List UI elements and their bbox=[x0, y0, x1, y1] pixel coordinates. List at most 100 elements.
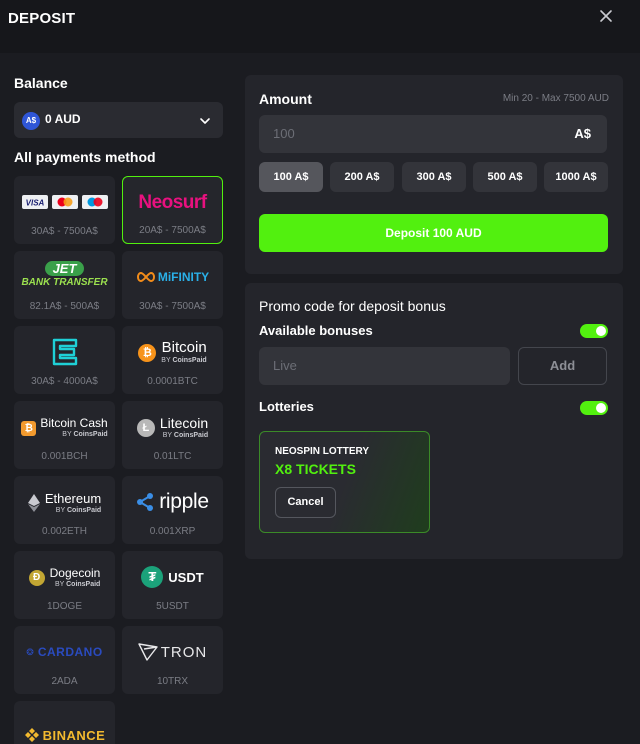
bank-transfer-logo-text: BANK TRANSFER bbox=[21, 277, 108, 288]
method-card-usdt[interactable]: ₮ USDT 5USDT bbox=[122, 551, 223, 619]
ethereum-logo: Ethereum BY CoinsPaid bbox=[14, 487, 115, 519]
mifinity-logo: MiFINITY bbox=[122, 261, 223, 293]
method-card-ethereum[interactable]: Ethereum BY CoinsPaid 0.002ETH bbox=[14, 476, 115, 544]
method-range: 0.001XRP bbox=[149, 526, 196, 537]
litecoin-logo: Ł Litecoin BY CoinsPaid bbox=[122, 412, 223, 444]
method-card-jet-bank-transfer[interactable]: JET BANK TRANSFER 82.1A$ - 500A$ bbox=[14, 251, 115, 319]
method-range: 30A$ - 4000A$ bbox=[31, 376, 98, 387]
cardano-logo-text: CARDANO bbox=[37, 645, 103, 659]
method-card-ewallet[interactable]: 30A$ - 4000A$ bbox=[14, 326, 115, 394]
balance-label: Balance bbox=[14, 75, 68, 91]
dogecoin-logo-text: Dogecoin bbox=[49, 566, 101, 580]
add-promo-button[interactable]: Add bbox=[518, 347, 607, 385]
cardano-dots-icon: ❂ bbox=[26, 646, 34, 657]
balance-value: 0 AUD bbox=[45, 112, 81, 126]
promo-code-input[interactable]: Live bbox=[259, 347, 510, 385]
jet-logo-text: JET bbox=[44, 261, 85, 276]
amount-panel: Amount Min 20 - Max 7500 AUD 100 A$ 100 … bbox=[245, 75, 623, 274]
method-card-dogecoin[interactable]: Ð Dogecoin BY CoinsPaid 1DOGE bbox=[14, 551, 115, 619]
method-card-bitcoin[interactable]: ₿ Bitcoin BY CoinsPaid 0.0001BTC bbox=[122, 326, 223, 394]
bitcoin-logo: ₿ Bitcoin BY CoinsPaid bbox=[122, 337, 223, 369]
method-card-bitcoin-cash[interactable]: ₿ Bitcoin Cash BY CoinsPaid 0.001BCH bbox=[14, 401, 115, 469]
litecoin-icon: Ł bbox=[136, 419, 155, 437]
method-card-neosurf[interactable]: Neosurf 20A$ - 7500A$ bbox=[122, 176, 223, 244]
tron-logo-text: TRON bbox=[160, 643, 208, 661]
promo-code-placeholder: Live bbox=[273, 358, 297, 373]
bitcoin-icon: ₿ bbox=[138, 344, 157, 362]
lotteries-label: Lotteries bbox=[259, 399, 314, 414]
amount-chip-500[interactable]: 500 A$ bbox=[473, 162, 537, 192]
visa-mastercard-maestro-logo: VISA bbox=[14, 186, 115, 218]
modal-header: DEPOSIT bbox=[0, 0, 640, 53]
lottery-title: NEOSPIN LOTTERY bbox=[275, 446, 370, 457]
neosurf-logo-text: Neosurf bbox=[138, 192, 207, 213]
lotteries-toggle[interactable] bbox=[580, 401, 608, 415]
svg-text:VISA: VISA bbox=[25, 199, 44, 208]
coinspaid-name: CoinsPaid bbox=[66, 506, 102, 514]
modal-title: DEPOSIT bbox=[8, 10, 76, 27]
amount-chip-300[interactable]: 300 A$ bbox=[402, 162, 466, 192]
coinspaid-by: BY bbox=[162, 432, 172, 439]
amount-limits: Min 20 - Max 7500 AUD bbox=[502, 93, 609, 104]
close-icon[interactable] bbox=[598, 8, 614, 24]
usdt-logo: ₮ USDT bbox=[122, 561, 223, 593]
coinspaid-name: CoinsPaid bbox=[172, 357, 207, 364]
usdt-logo-text: USDT bbox=[168, 569, 204, 585]
bitcoin-cash-logo-text: Bitcoin Cash bbox=[40, 416, 108, 430]
coinspaid-name: CoinsPaid bbox=[173, 432, 209, 439]
available-bonuses-toggle[interactable] bbox=[580, 324, 608, 338]
amount-chip-100[interactable]: 100 A$ bbox=[259, 162, 323, 192]
jet-bank-transfer-logo: JET BANK TRANSFER bbox=[14, 259, 115, 291]
tether-icon: ₮ bbox=[141, 566, 164, 588]
method-range: 0.01LTC bbox=[153, 451, 192, 462]
amount-chip-200[interactable]: 200 A$ bbox=[330, 162, 394, 192]
neosurf-logo: Neosurf bbox=[123, 187, 222, 219]
method-range: 0.002ETH bbox=[41, 526, 88, 537]
amount-label: Amount bbox=[259, 91, 312, 107]
method-range: 5USDT bbox=[156, 601, 189, 612]
method-range: 0.0001BTC bbox=[147, 376, 198, 387]
ripple-logo-text: ripple bbox=[159, 490, 209, 513]
method-range: 20A$ - 7500A$ bbox=[139, 225, 206, 236]
balance-select[interactable]: A$ 0 AUD bbox=[14, 102, 223, 138]
coinspaid-by: BY bbox=[54, 581, 65, 588]
tron-icon bbox=[138, 643, 158, 661]
method-range: 82.1A$ - 500A$ bbox=[29, 301, 100, 312]
amount-chip-1000[interactable]: 1000 A$ bbox=[544, 162, 608, 192]
deposit-button[interactable]: Deposit 100 AUD bbox=[259, 214, 608, 252]
method-card-visa[interactable]: VISA 30A$ - 7500A$ bbox=[14, 176, 115, 244]
method-card-binance[interactable]: BINANCE bbox=[14, 701, 115, 744]
method-card-tron[interactable]: TRON 10TRX bbox=[122, 626, 223, 694]
method-card-mifinity[interactable]: MiFINITY 30A$ - 7500A$ bbox=[122, 251, 223, 319]
coinspaid-by: BY bbox=[55, 506, 65, 514]
ethereum-logo-text: Ethereum bbox=[44, 490, 102, 506]
aud-currency-icon: A$ bbox=[22, 112, 40, 130]
payment-methods-label: All payments method bbox=[14, 149, 156, 165]
amount-placeholder: 100 bbox=[273, 126, 295, 141]
method-card-litecoin[interactable]: Ł Litecoin BY CoinsPaid 0.01LTC bbox=[122, 401, 223, 469]
mifinity-logo-text: MiFINITY bbox=[157, 270, 210, 284]
binance-icon bbox=[24, 728, 39, 742]
ripple-icon bbox=[137, 493, 154, 511]
litecoin-logo-text: Litecoin bbox=[159, 415, 209, 431]
lottery-tickets: X8 TICKETS bbox=[275, 461, 356, 477]
method-range: 30A$ - 7500A$ bbox=[31, 226, 98, 237]
cardano-logo: ❂ CARDANO bbox=[14, 636, 115, 668]
infinity-icon bbox=[136, 271, 155, 283]
lottery-card: NEOSPIN LOTTERY X8 TICKETS Cancel bbox=[259, 431, 430, 533]
available-bonuses-label: Available bonuses bbox=[259, 323, 373, 338]
coinspaid-name: CoinsPaid bbox=[73, 431, 108, 438]
binance-logo-text: BINANCE bbox=[42, 727, 106, 743]
method-range: 30A$ - 7500A$ bbox=[139, 301, 206, 312]
amount-currency-suffix: A$ bbox=[574, 126, 591, 141]
amount-input[interactable]: 100 A$ bbox=[259, 115, 607, 153]
method-card-ripple[interactable]: ripple 0.001XRP bbox=[122, 476, 223, 544]
ripple-logo: ripple bbox=[122, 486, 223, 518]
tron-logo: TRON bbox=[122, 636, 223, 668]
lottery-cancel-button[interactable]: Cancel bbox=[275, 487, 336, 518]
method-range: 2ADA bbox=[51, 676, 78, 687]
bitcoin-cash-logo: ₿ Bitcoin Cash BY CoinsPaid bbox=[14, 412, 115, 444]
method-card-cardano[interactable]: ❂ CARDANO 2ADA bbox=[14, 626, 115, 694]
method-range: 10TRX bbox=[156, 676, 189, 687]
bitcoin-cash-icon: ₿ bbox=[21, 420, 37, 436]
